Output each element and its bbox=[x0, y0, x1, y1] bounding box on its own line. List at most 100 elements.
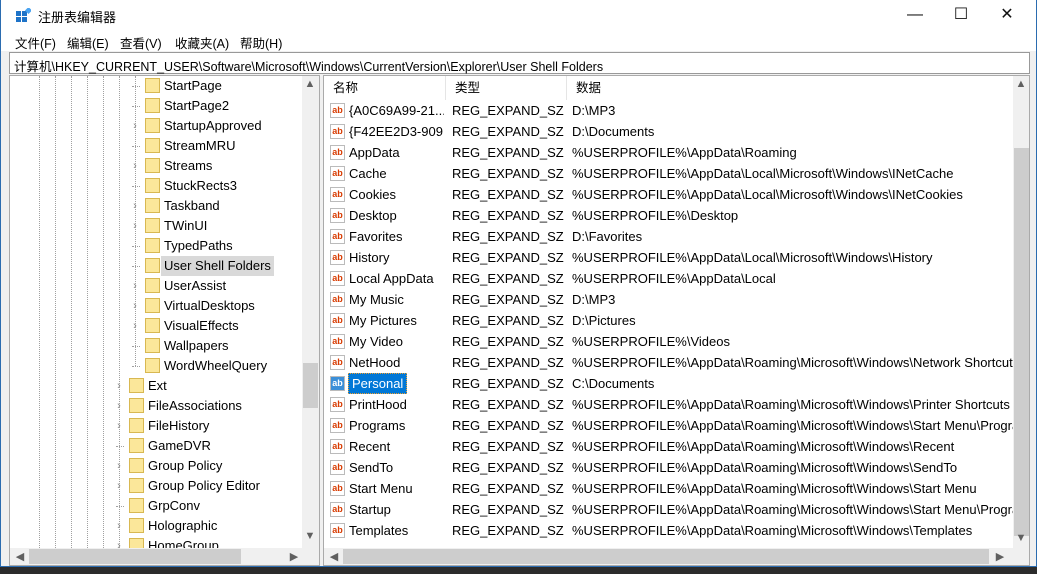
value-name: Local AppData bbox=[349, 271, 434, 286]
chevron-right-icon[interactable]: › bbox=[114, 476, 124, 496]
value-row[interactable]: ab Favorites REG_EXPAND_SZ D:\Favorites bbox=[324, 226, 1014, 247]
value-row[interactable]: ab {A0C69A99-21... REG_EXPAND_SZ D:\MP3 bbox=[324, 100, 1014, 121]
menu-file[interactable]: 文件(F) bbox=[15, 33, 56, 52]
list-horizontal-scrollbar[interactable]: ◀ ▶ bbox=[324, 548, 1029, 565]
value-data: %USERPROFILE%\AppData\Roaming bbox=[572, 145, 797, 160]
tree-item[interactable]: › UserAssist bbox=[10, 276, 300, 296]
chevron-right-icon[interactable]: › bbox=[130, 156, 140, 176]
tree-item[interactable]: › Streams bbox=[10, 156, 300, 176]
scroll-right-icon[interactable]: ▶ bbox=[286, 550, 302, 563]
tree-item[interactable]: StuckRects3 bbox=[10, 176, 300, 196]
column-data[interactable]: 数据 bbox=[567, 76, 1014, 100]
value-row[interactable]: ab Cookies REG_EXPAND_SZ %USERPROFILE%\AppD… bbox=[324, 184, 1014, 205]
scroll-down-icon[interactable]: ▼ bbox=[302, 530, 318, 542]
tree-item[interactable]: › TWinUI bbox=[10, 216, 300, 236]
address-bar[interactable]: 计算机\HKEY_CURRENT_USER\Software\Microsoft… bbox=[9, 52, 1030, 74]
list-vertical-scrollbar[interactable]: ▲ ▼ bbox=[1013, 76, 1029, 548]
tree-item[interactable]: › Taskband bbox=[10, 196, 300, 216]
value-row[interactable]: ab NetHood REG_EXPAND_SZ %USERPROFILE%\AppD… bbox=[324, 352, 1019, 373]
tree-item[interactable]: Wallpapers bbox=[10, 336, 300, 356]
value-row[interactable]: ab Start Menu REG_EXPAND_SZ %USERPROFILE%\A… bbox=[324, 478, 1014, 499]
chevron-right-icon[interactable]: › bbox=[114, 456, 124, 476]
chevron-right-icon[interactable]: › bbox=[130, 196, 140, 216]
value-row[interactable]: ab SendTo REG_EXPAND_SZ %USERPROFILE%\AppDa… bbox=[324, 457, 1014, 478]
maximize-button[interactable]: ☐ bbox=[938, 0, 984, 31]
chevron-right-icon[interactable]: › bbox=[114, 396, 124, 416]
scroll-down-icon[interactable]: ▼ bbox=[1013, 532, 1029, 544]
tree-item[interactable]: User Shell Folders bbox=[10, 256, 300, 276]
tree-item[interactable]: StartPage2 bbox=[10, 96, 300, 116]
value-row[interactable]: ab PrintHood REG_EXPAND_SZ %USERPROFILE%\Ap… bbox=[324, 394, 1014, 415]
value-row[interactable]: ab Templates REG_EXPAND_SZ %USERPROFILE%\Ap… bbox=[324, 520, 1014, 541]
tree-item[interactable]: TypedPaths bbox=[10, 236, 300, 256]
value-name: Desktop bbox=[349, 208, 397, 223]
scroll-thumb[interactable] bbox=[303, 363, 318, 408]
menu-help[interactable]: 帮助(H) bbox=[240, 33, 282, 52]
scroll-thumb[interactable] bbox=[343, 549, 989, 564]
menu-favorites[interactable]: 收藏夹(A) bbox=[175, 33, 229, 52]
value-row[interactable]: ab {F42EE2D3-909... REG_EXPAND_SZ D:\Docume… bbox=[324, 121, 1014, 142]
value-type: REG_EXPAND_SZ bbox=[452, 481, 564, 496]
tree-item[interactable]: › Holographic bbox=[10, 516, 300, 536]
column-type[interactable]: 类型 bbox=[446, 76, 567, 100]
value-data: %USERPROFILE%\AppData\Roaming\Microsoft\… bbox=[572, 439, 955, 454]
value-row[interactable]: ab Programs REG_EXPAND_SZ %USERPROFILE%\App… bbox=[324, 415, 1029, 436]
value-row[interactable]: ab My Video REG_EXPAND_SZ %USERPROFILE%\Vid… bbox=[324, 331, 1014, 352]
value-data: %USERPROFILE%\AppData\Roaming\Microsoft\… bbox=[572, 418, 1030, 433]
tree-item[interactable]: StartPage bbox=[10, 76, 300, 96]
tree-connector bbox=[132, 106, 140, 107]
chevron-right-icon[interactable]: › bbox=[130, 116, 140, 136]
value-name: Recent bbox=[349, 439, 391, 454]
scroll-right-icon[interactable]: ▶ bbox=[992, 550, 1008, 563]
tree-item[interactable]: › Group Policy Editor bbox=[10, 476, 300, 496]
chevron-right-icon[interactable]: › bbox=[114, 376, 124, 396]
folder-icon bbox=[145, 238, 160, 253]
chevron-right-icon[interactable]: › bbox=[130, 296, 140, 316]
string-value-icon: ab bbox=[330, 313, 345, 328]
menu-edit[interactable]: 编辑(E) bbox=[67, 33, 109, 52]
value-row[interactable]: ab History REG_EXPAND_SZ %USERPROFILE%\AppD… bbox=[324, 247, 1014, 268]
value-name: SendTo bbox=[349, 460, 394, 475]
tree-item[interactable]: › Group Policy bbox=[10, 456, 300, 476]
value-row[interactable]: ab Cache REG_EXPAND_SZ %USERPROFILE%\AppDat… bbox=[324, 163, 1014, 184]
value-row[interactable]: ab Local AppData REG_EXPAND_SZ %USERPROFILE… bbox=[324, 268, 1014, 289]
scroll-thumb[interactable] bbox=[29, 549, 241, 564]
scroll-thumb[interactable] bbox=[1014, 148, 1029, 536]
scroll-up-icon[interactable]: ▲ bbox=[302, 78, 318, 90]
chevron-right-icon[interactable]: › bbox=[114, 516, 124, 536]
tree-item[interactable]: WordWheelQuery bbox=[10, 356, 300, 376]
scroll-left-icon[interactable]: ◀ bbox=[12, 550, 28, 563]
tree-item[interactable]: › FileAssociations bbox=[10, 396, 300, 416]
value-row[interactable]: ab Desktop REG_EXPAND_SZ %USERPROFILE%\Desk… bbox=[324, 205, 1014, 226]
key-tree: StartPage StartPage2 › StartupApproved Strea… bbox=[9, 75, 320, 566]
value-row[interactable]: ab AppData REG_EXPAND_SZ %USERPROFILE%\AppD… bbox=[324, 142, 1014, 163]
scroll-up-icon[interactable]: ▲ bbox=[1013, 78, 1029, 90]
tree-item-label: Taskband bbox=[164, 198, 220, 213]
value-row[interactable]: ab My Pictures REG_EXPAND_SZ D:\Pictures bbox=[324, 310, 1014, 331]
chevron-right-icon[interactable]: › bbox=[130, 276, 140, 296]
chevron-right-icon[interactable]: › bbox=[130, 316, 140, 336]
tree-horizontal-scrollbar[interactable]: ◀ ▶ bbox=[10, 548, 319, 565]
value-row[interactable]: ab Startup REG_EXPAND_SZ %USERPROFILE%\AppD… bbox=[324, 499, 1029, 520]
chevron-right-icon[interactable]: › bbox=[114, 416, 124, 436]
tree-vertical-scrollbar[interactable]: ▲ ▼ bbox=[302, 76, 319, 548]
close-button[interactable]: ✕ bbox=[984, 0, 1030, 31]
tree-item[interactable]: GrpConv bbox=[10, 496, 300, 516]
value-row[interactable]: ab Personal REG_EXPAND_SZ C:\Documents bbox=[324, 373, 1014, 394]
tree-item[interactable]: › StartupApproved bbox=[10, 116, 300, 136]
tree-connector bbox=[132, 366, 140, 367]
tree-item[interactable]: › VisualEffects bbox=[10, 316, 300, 336]
tree-item[interactable]: › Ext bbox=[10, 376, 300, 396]
scroll-left-icon[interactable]: ◀ bbox=[326, 550, 342, 563]
column-name[interactable]: 名称 bbox=[324, 76, 446, 100]
value-row[interactable]: ab My Music REG_EXPAND_SZ D:\MP3 bbox=[324, 289, 1014, 310]
tree-item[interactable]: › VirtualDesktops bbox=[10, 296, 300, 316]
tree-item[interactable]: › FileHistory bbox=[10, 416, 300, 436]
chevron-right-icon[interactable]: › bbox=[130, 216, 140, 236]
minimize-button[interactable]: — bbox=[892, 0, 938, 31]
value-row[interactable]: ab Recent REG_EXPAND_SZ %USERPROFILE%\AppDa… bbox=[324, 436, 1014, 457]
tree-item[interactable]: GameDVR bbox=[10, 436, 300, 456]
menu-view[interactable]: 查看(V) bbox=[120, 33, 162, 52]
string-value-icon: ab bbox=[330, 271, 345, 286]
tree-item[interactable]: StreamMRU bbox=[10, 136, 300, 156]
